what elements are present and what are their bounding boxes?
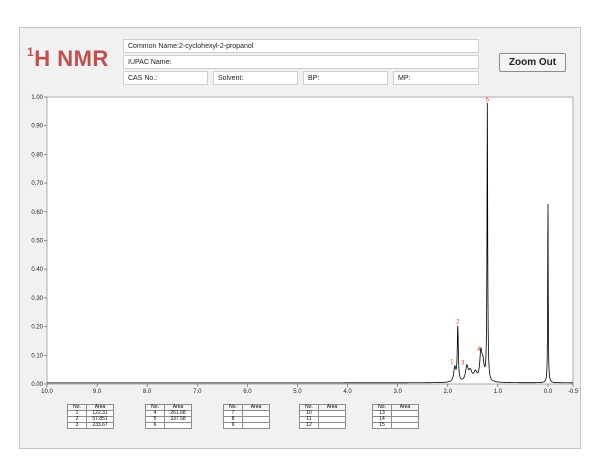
area-cell-value [242,422,270,429]
y-tick-label: 0.90 [31,124,43,130]
x-tick-label: 7.0 [193,389,202,395]
area-cell-no: 15 [372,422,392,429]
integration-area-table: No. Area 7 8 9 [223,404,270,429]
area-table-row: 3 233.67 [67,422,114,429]
area-table-row: 6 [145,422,192,429]
area-cell-value: 233.67 [86,422,114,429]
y-tick-label: 0.70 [31,181,43,187]
x-tick-label: -0.5 [568,389,579,395]
integration-area-table: No. Area 10 11 12 [299,404,346,429]
y-tick-label: 0.30 [31,296,43,302]
nmr-panel: 1H NMR Common Name: 2-cyclohexyl-2-propa… [19,27,581,449]
y-tick-label: 0.00 [31,382,43,388]
area-cell-no: 3 [67,422,87,429]
area-table-row: 9 [223,422,270,429]
y-tick-label: 0.60 [31,210,43,216]
integration-area-table: No. Area 13 14 15 [372,404,419,429]
x-tick-label: 3.0 [393,389,402,395]
y-tick-label: 0.40 [31,267,43,273]
area-table-row: 15 [372,422,419,429]
integration-area-table: No. Area 1 122.31 2 57.851 3 233.67 [67,404,114,429]
x-tick-label: 1.0 [494,389,503,395]
area-table-row: 12 [299,422,346,429]
area-cell-value [391,422,419,429]
x-tick-label: 6.0 [243,389,252,395]
area-cell-no: 6 [145,422,165,429]
area-cell-no: 12 [299,422,319,429]
y-tick-label: 0.20 [31,325,43,331]
x-tick-label: 5.0 [293,389,302,395]
x-tick-label: 9.0 [93,389,102,395]
x-tick-label: 0.0 [544,389,553,395]
area-cell-value [318,422,346,429]
x-tick-label: 2.0 [444,389,453,395]
y-tick-label: 0.50 [31,239,43,245]
area-cell-value [164,422,192,429]
integration-area-table: No. Area 4 261.68 5 337.58 6 [145,404,192,429]
x-tick-label: 4.0 [343,389,352,395]
y-tick-label: 1.00 [31,95,43,101]
nmr-spectrum-chart[interactable]: 0.00 0.10 0.20 0.30 0.40 0.50 0.60 0.70 0.80 0.90… [20,28,580,448]
plot-area [46,96,574,385]
y-tick-label: 0.10 [31,353,43,359]
x-tick-label: 8.0 [143,389,152,395]
area-cell-no: 9 [223,422,243,429]
y-tick-label: 0.80 [31,152,43,158]
x-tick-label: 10.0 [41,389,53,395]
